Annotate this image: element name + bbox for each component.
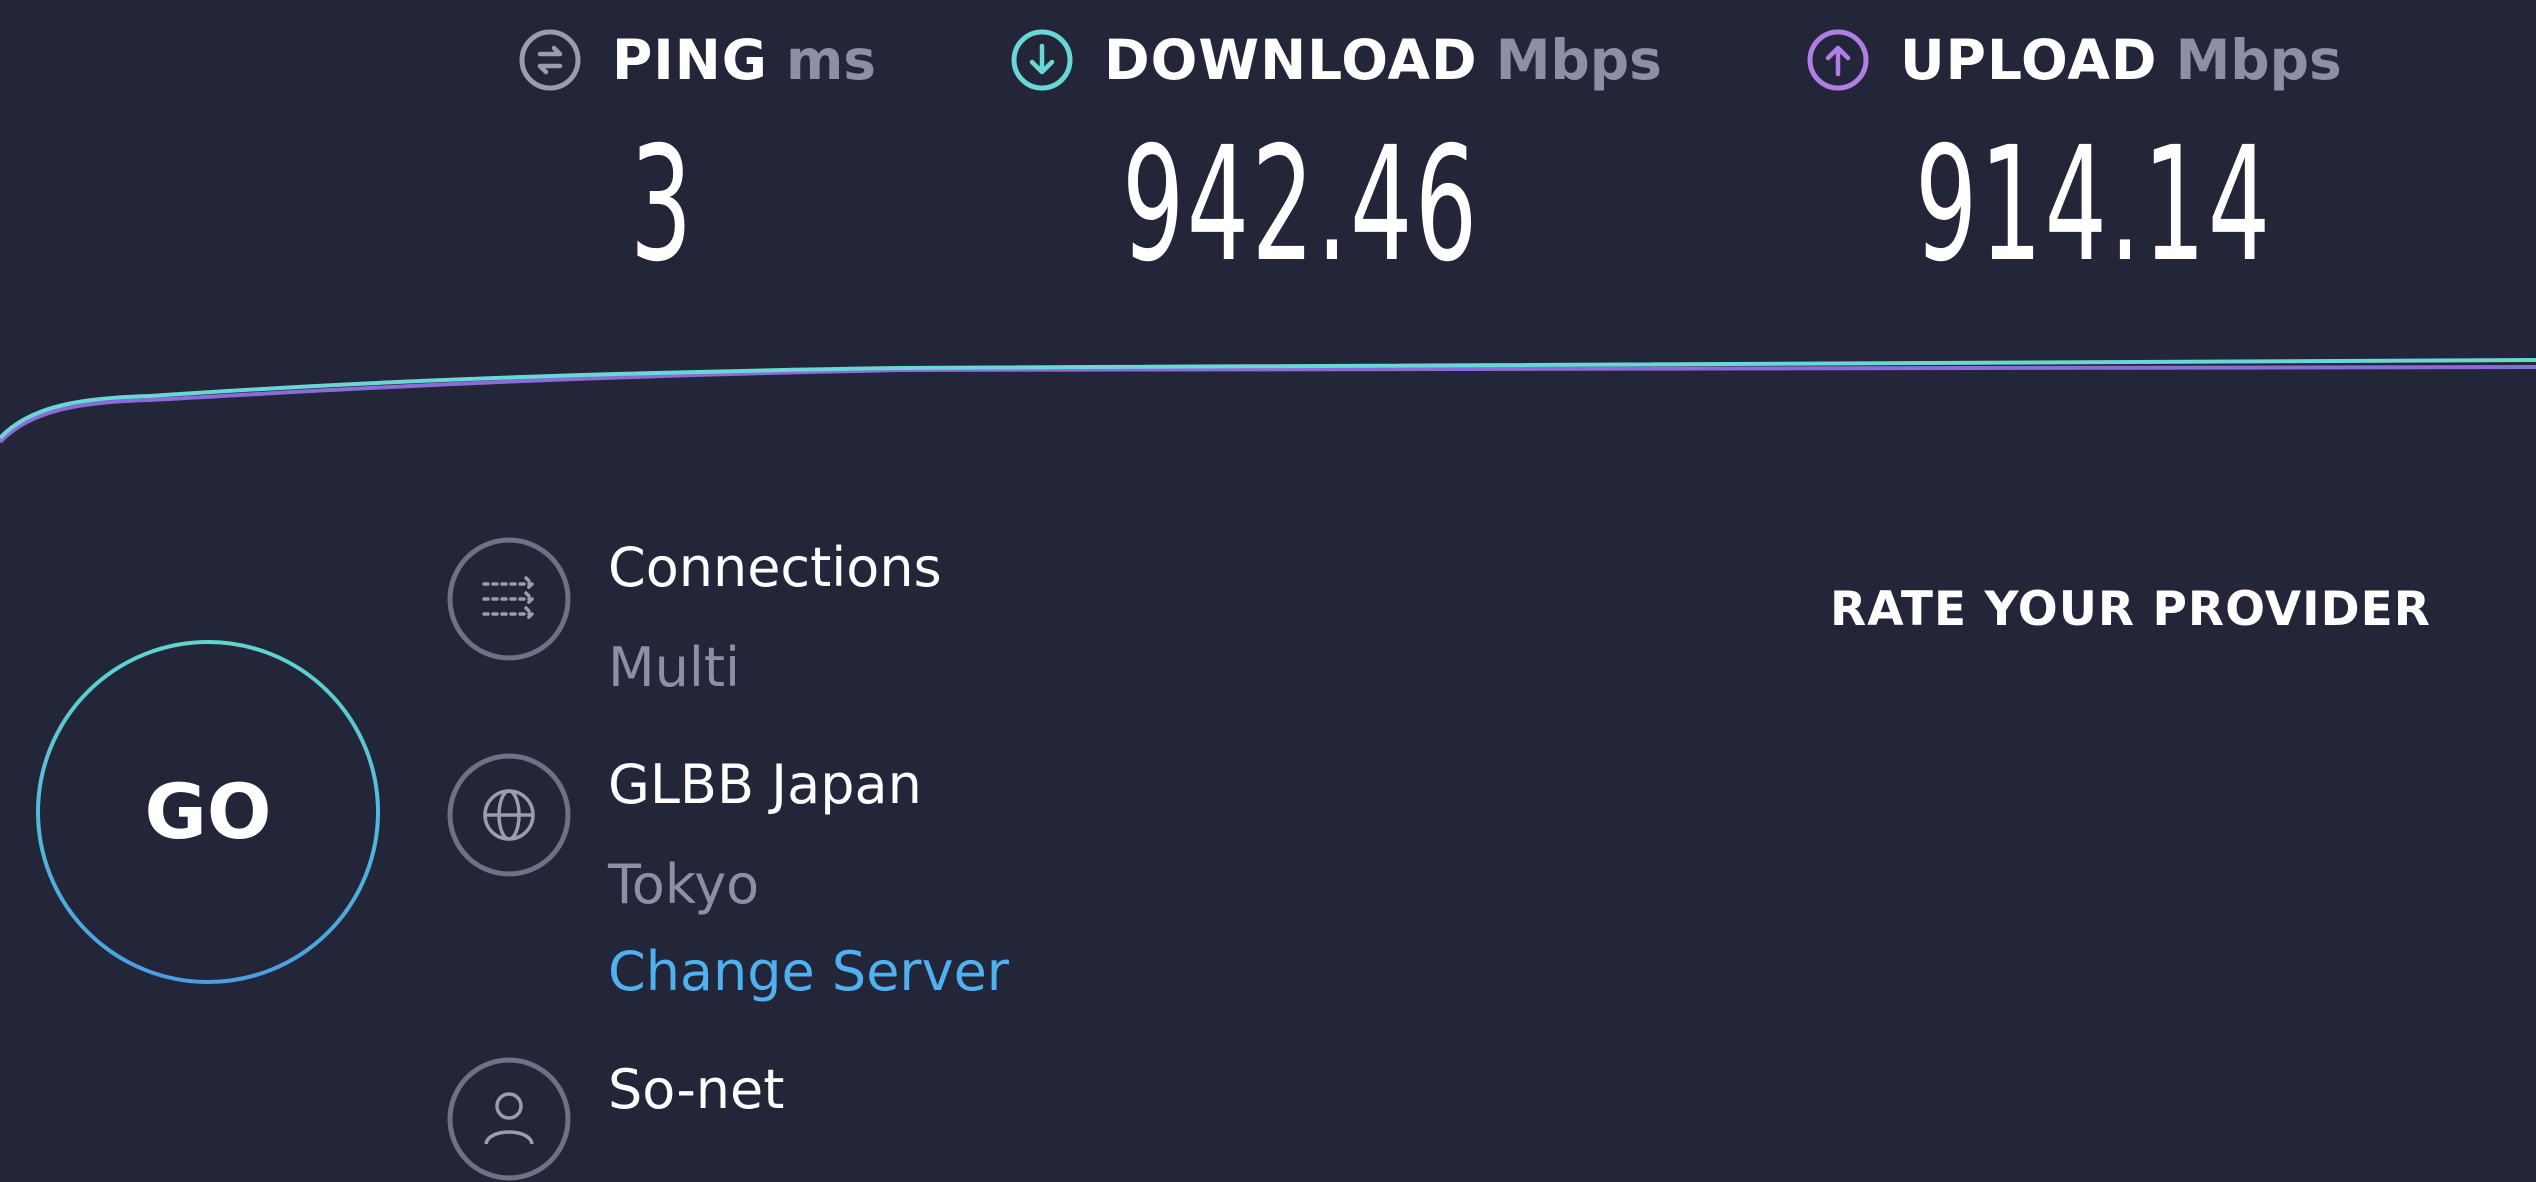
rate-provider-button[interactable]: RATE YOUR PROVIDER <box>1830 582 2431 637</box>
upload-graph-line <box>0 365 2536 444</box>
upload-value: 914.14 <box>1915 113 2273 297</box>
download-arrow-icon <box>1011 29 1073 91</box>
connections-title: Connections <box>608 536 942 599</box>
connections-icon <box>447 537 571 661</box>
globe-icon <box>447 753 571 877</box>
upload-arrow-icon <box>1807 29 1869 91</box>
ping-label: PING <box>612 28 768 92</box>
go-label: GO <box>144 767 272 856</box>
download-label: DOWNLOAD <box>1104 28 1478 92</box>
server-name: GLBB Japan <box>608 753 922 816</box>
download-header: DOWNLOAD Mbps <box>1010 28 1662 92</box>
speed-graph <box>0 358 2536 444</box>
download-value: 942.46 <box>1122 113 1480 297</box>
ping-icon <box>519 29 581 91</box>
ping-unit: ms <box>785 28 876 92</box>
user-icon <box>447 1057 571 1181</box>
ping-header: PING ms <box>518 28 876 92</box>
download-graph-line <box>0 358 2536 440</box>
download-unit: Mbps <box>1495 28 1662 92</box>
upload-unit: Mbps <box>2175 28 2342 92</box>
provider-name: So-net <box>608 1058 785 1121</box>
upload-header: UPLOAD Mbps <box>1806 28 2342 92</box>
upload-label: UPLOAD <box>1900 28 2158 92</box>
connections-value: Multi <box>608 636 740 699</box>
server-location: Tokyo <box>608 853 760 916</box>
go-button[interactable]: GO <box>34 638 382 986</box>
change-server-link[interactable]: Change Server <box>608 940 1009 1003</box>
ping-value: 3 <box>630 113 695 297</box>
